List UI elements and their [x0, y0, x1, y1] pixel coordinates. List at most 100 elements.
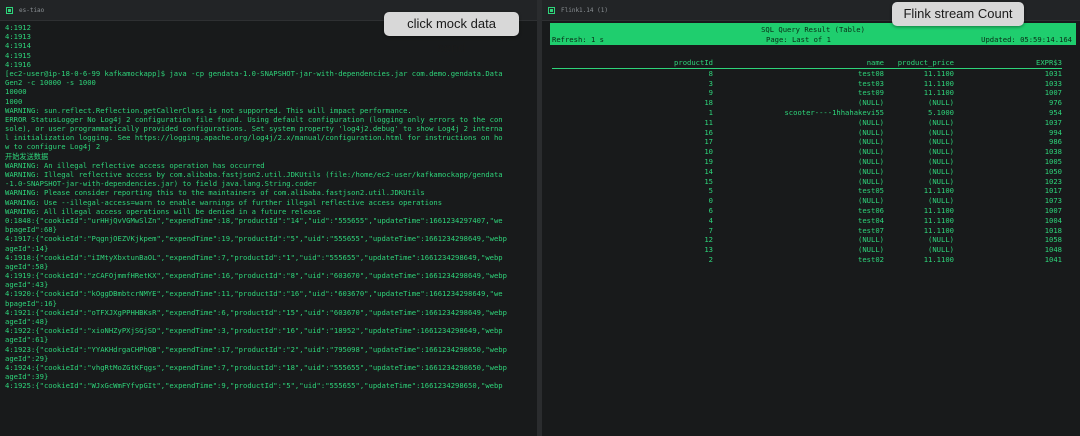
- table-row: 12 (NULL) (NULL) 1058: [552, 235, 1062, 245]
- cell-name: (NULL): [858, 98, 884, 108]
- left-window-title: es-tiao: [19, 6, 45, 14]
- cell-name: (NULL): [858, 176, 884, 186]
- terminal-line: ageId":14}: [5, 243, 49, 253]
- terminal-line: WARNING: All illegal access operations w…: [5, 206, 321, 216]
- cell-expr3: 1007: [1044, 88, 1062, 98]
- cell-name: test02: [858, 254, 884, 264]
- page-indicator: Page: Last of 1: [766, 35, 831, 44]
- cell-product-price: 11.1100: [923, 186, 954, 196]
- cell-name: test06: [858, 205, 884, 215]
- terminal-line: 4:1923:{"cookieId":"YYAKHdrgaCHPhQB","ex…: [5, 344, 507, 354]
- cell-product-price: 11.1100: [923, 88, 954, 98]
- cell-productid: 19: [704, 156, 713, 166]
- cell-name: (NULL): [858, 127, 884, 137]
- right-terminal-window[interactable]: Flink1.14 (1) SQL Query Result (Table) R…: [542, 0, 1080, 436]
- cell-product-price: (NULL): [928, 117, 954, 127]
- refresh-interval: Refresh: 1 s: [552, 35, 604, 44]
- table-row: 11 (NULL) (NULL) 1037: [552, 118, 1062, 128]
- terminal-line: WARNING: Illegal reflective access by co…: [5, 170, 503, 179]
- terminal-line: w to configure Log4j 2: [5, 142, 101, 152]
- table-row: 8 test08 11.1100 1031: [552, 68, 1062, 78]
- cell-product-price: (NULL): [928, 166, 954, 176]
- cell-expr3: 986: [1049, 137, 1062, 147]
- terminal-output[interactable]: 4:1912 4:1913 4:1914 4:1915 4:1916 [ec2-user@…: [0, 21, 537, 391]
- cell-productid: 6: [708, 205, 713, 215]
- cell-product-price: (NULL): [928, 176, 954, 186]
- cell-name: (NULL): [858, 137, 884, 147]
- table-row: 19 (NULL) (NULL) 1005: [552, 157, 1062, 167]
- sql-result-header: SQL Query Result (Table) Refresh: 1 s Pa…: [550, 23, 1076, 45]
- cell-productid: 7: [708, 225, 713, 235]
- cell-name: (NULL): [858, 235, 884, 245]
- cell-product-price: 11.1100: [923, 68, 954, 78]
- cell-name: test08: [858, 68, 884, 78]
- table-row: 2 test02 11.1100 1041: [552, 255, 1062, 265]
- terminal-line: WARNING: Please consider reporting this …: [5, 188, 425, 198]
- cell-product-price: 11.1100: [923, 78, 954, 88]
- terminal-line: WARNING: Use --illegal-access=warn to en…: [5, 197, 443, 207]
- table-row: 17 (NULL) (NULL) 986: [552, 137, 1062, 147]
- cell-productid: 5: [708, 186, 713, 196]
- terminal-icon: [548, 6, 555, 14]
- terminal-line: 4:1919:{"cookieId":"zCAFOjmmfHRetKX","ex…: [5, 271, 507, 281]
- cell-name: (NULL): [858, 147, 884, 157]
- terminal-line: -1.0-SNAPSHOT-jar-with-dependencies.jar)…: [5, 179, 317, 189]
- cell-productid: 14: [704, 166, 713, 176]
- cell-productid: 18: [704, 98, 713, 108]
- cell-productid: 0: [708, 196, 713, 206]
- cell-name: (NULL): [858, 196, 884, 206]
- table-row: 18 (NULL) (NULL) 976: [552, 98, 1062, 108]
- terminal-line: bpageId":16}: [5, 298, 57, 308]
- table-header-row: productId name product_price EXPR$3: [552, 58, 1062, 69]
- updated-time: Updated: 05:59:14.164: [981, 35, 1072, 44]
- column-header-name: name: [713, 58, 884, 69]
- cell-expr3: 954: [1049, 107, 1062, 117]
- terminal-line: ageId":29}: [5, 353, 49, 363]
- result-table: productId name product_price EXPR$3 8 tes…: [552, 58, 1062, 265]
- cell-product-price: 11.1100: [923, 254, 954, 264]
- cell-name: (NULL): [858, 245, 884, 255]
- table-row: 4 test04 11.1100 1004: [552, 216, 1062, 226]
- terminal-line: 1000: [5, 96, 23, 106]
- terminal-line: 4:1921:{"cookieId":"oTFXJXgPPHHBKsR","ex…: [5, 307, 507, 317]
- cell-name: (NULL): [858, 117, 884, 127]
- left-terminal-window[interactable]: es-tiao 4:1912 4:1913 4:1914 4:1915 4:1916 [e…: [0, 0, 537, 436]
- cell-product-price: (NULL): [928, 147, 954, 157]
- cell-product-price: 5.1000: [928, 107, 954, 117]
- cell-name: test05: [858, 186, 884, 196]
- table-row: 5 test05 11.1100 1017: [552, 186, 1062, 196]
- table-row: 9 test09 11.1100 1007: [552, 88, 1062, 98]
- cell-product-price: 11.1100: [923, 225, 954, 235]
- cell-product-price: (NULL): [928, 137, 954, 147]
- column-header-expr3: EXPR$3: [954, 58, 1062, 69]
- table-row: 7 test07 11.1100 1018: [552, 226, 1062, 236]
- cell-productid: 11: [704, 117, 713, 127]
- cell-expr3: 1007: [1044, 205, 1062, 215]
- cell-expr3: 1048: [1044, 245, 1062, 255]
- cell-expr3: 976: [1049, 98, 1062, 108]
- terminal-line: sole), or user programmatically provided…: [5, 124, 503, 134]
- table-row: 0 (NULL) (NULL) 1073: [552, 196, 1062, 206]
- cell-expr3: 1058: [1044, 235, 1062, 245]
- column-header-productid: productId: [552, 58, 713, 69]
- cell-expr3: 1073: [1044, 196, 1062, 206]
- terminal-line: 4:1917:{"cookieId":"PqgnjOEZVKjkpem","ex…: [5, 234, 507, 244]
- mock-data-send-label: click mock data send: [384, 12, 519, 55]
- terminal-line: bpageId":68}: [5, 225, 57, 235]
- cell-expr3: 1037: [1044, 117, 1062, 127]
- cell-productid: 15: [704, 176, 713, 186]
- cell-expr3: 1005: [1044, 156, 1062, 166]
- cell-expr3: 1017: [1044, 186, 1062, 196]
- cell-name: test03: [858, 78, 884, 88]
- table-row: 10 (NULL) (NULL) 1038: [552, 147, 1062, 157]
- cell-product-price: (NULL): [928, 98, 954, 108]
- terminal-line: 4:1916: [5, 59, 31, 69]
- table-row: 16 (NULL) (NULL) 994: [552, 128, 1062, 138]
- terminal-line: ageId":39}: [5, 372, 49, 382]
- cell-name: scooter----1hhahakevi55: [784, 107, 884, 117]
- sql-result-title: SQL Query Result (Table): [761, 25, 865, 34]
- cell-expr3: 1038: [1044, 147, 1062, 157]
- cell-product-price: 11.1100: [923, 215, 954, 225]
- cell-expr3: 1031: [1044, 68, 1062, 78]
- terminal-line: ageId":48}: [5, 317, 49, 326]
